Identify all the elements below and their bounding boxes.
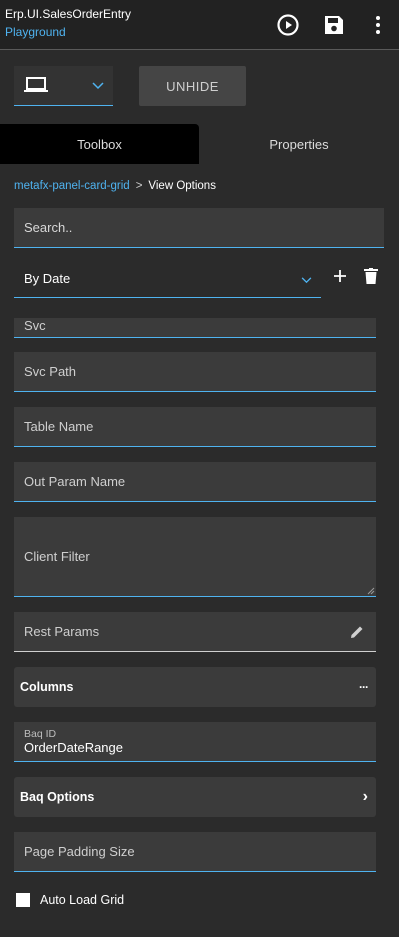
app-title: Erp.UI.SalesOrderEntry <box>5 7 132 21</box>
panel-tabs: Toolbox Properties <box>0 124 399 164</box>
columns-section[interactable]: Columns ··· <box>14 667 376 707</box>
resize-handle-icon[interactable] <box>367 587 375 595</box>
property-list[interactable]: Svc Svc Path Table Name Out Param Name C… <box>0 318 399 937</box>
device-select[interactable] <box>14 66 113 106</box>
page-padding-size-field[interactable]: Page Padding Size <box>14 832 376 872</box>
add-icon[interactable] <box>332 268 348 284</box>
pencil-icon[interactable] <box>350 625 364 639</box>
tab-toolbox[interactable]: Toolbox <box>0 124 199 164</box>
chevron-down-icon <box>301 277 312 284</box>
baq-options-section[interactable]: Baq Options › <box>14 777 376 817</box>
more-menu-button[interactable] <box>366 13 390 37</box>
svc-field[interactable]: Svc <box>14 318 376 338</box>
chevron-right-icon: › <box>362 788 368 805</box>
client-filter-label: Client Filter <box>24 549 90 564</box>
more-vertical-icon <box>376 16 380 34</box>
save-button[interactable] <box>322 13 346 37</box>
rest-params-label: Rest Params <box>24 624 100 639</box>
laptop-icon <box>24 77 48 92</box>
auto-load-grid-checkbox-row[interactable]: Auto Load Grid <box>16 893 124 907</box>
table-name-field[interactable]: Table Name <box>14 407 376 447</box>
search-input[interactable]: Search.. <box>14 208 384 248</box>
rest-params-field[interactable]: Rest Params <box>14 612 376 652</box>
client-filter-field[interactable]: Client Filter <box>14 517 376 597</box>
delete-icon[interactable] <box>364 268 378 284</box>
svc-path-field[interactable]: Svc Path <box>14 352 376 392</box>
baq-id-field[interactable]: Baq ID OrderDateRange <box>14 722 376 762</box>
baq-id-value: OrderDateRange <box>24 739 123 755</box>
breadcrumb-parent-link[interactable]: metafx-panel-card-grid <box>14 180 130 192</box>
auto-load-grid-checkbox[interactable] <box>16 893 30 907</box>
chevron-down-icon <box>92 82 104 90</box>
auto-load-grid-label: Auto Load Grid <box>40 893 125 907</box>
run-button[interactable] <box>276 13 300 37</box>
out-param-name-field[interactable]: Out Param Name <box>14 462 376 502</box>
breadcrumb: metafx-panel-card-grid > View Options <box>14 180 216 192</box>
tab-properties[interactable]: Properties <box>199 124 399 164</box>
view-select-value: By Date <box>24 271 71 286</box>
baq-id-label: Baq ID <box>24 727 57 740</box>
columns-label: Columns <box>20 680 74 694</box>
app-header: Erp.UI.SalesOrderEntry Playground <box>0 0 399 50</box>
play-circle-icon <box>277 14 299 36</box>
unhide-button[interactable]: UNHIDE <box>139 66 246 106</box>
more-horizontal-icon[interactable]: ··· <box>359 680 369 694</box>
breadcrumb-separator: > <box>135 180 143 192</box>
baq-options-label: Baq Options <box>20 790 95 804</box>
save-icon <box>325 16 343 34</box>
view-select[interactable]: By Date <box>14 260 321 298</box>
breadcrumb-current: View Options <box>148 180 216 192</box>
app-subtitle[interactable]: Playground <box>5 25 66 39</box>
